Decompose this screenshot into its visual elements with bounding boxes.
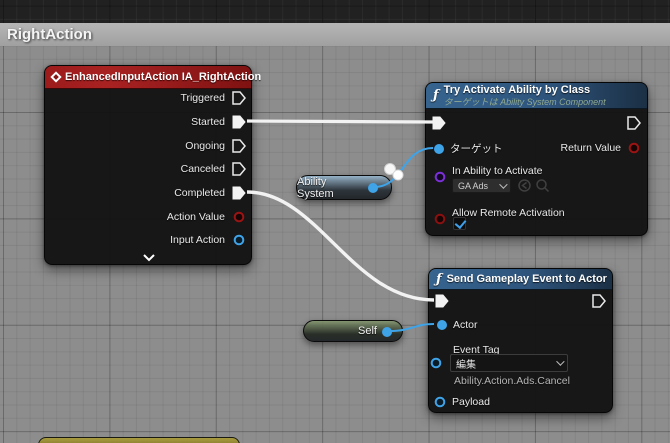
- variable-label: Self: [358, 325, 377, 337]
- chevron-down-icon[interactable]: [143, 254, 155, 262]
- comment-title-bar[interactable]: RightAction: [0, 23, 670, 46]
- pin-label-in-ability: In Ability to Activate: [452, 165, 543, 177]
- pin-label-payload: Payload: [452, 396, 490, 408]
- pin-label-completed: Completed: [174, 187, 225, 199]
- exec-pin-completed[interactable]: [232, 186, 246, 200]
- pin-label-input-action: Input Action: [170, 234, 225, 246]
- ability-class-dropdown[interactable]: GA Ads: [452, 178, 511, 193]
- exec-out-pin[interactable]: [627, 116, 641, 130]
- exec-pin-canceled[interactable]: [232, 162, 246, 176]
- browse-search-icon[interactable]: [535, 178, 550, 193]
- exec-in-pin[interactable]: [432, 116, 446, 130]
- pin-label-ongoing: Ongoing: [185, 140, 225, 152]
- blueprint-graph: RightAction EnhancedInputAction IA_Right…: [0, 0, 670, 443]
- data-pin-self-out[interactable]: [380, 325, 394, 339]
- node-title: Try Activate Ability by Class: [443, 84, 591, 96]
- variable-node-self[interactable]: Self: [303, 320, 403, 342]
- event-tag-path: Ability.Action.Ads.Cancel: [454, 375, 570, 387]
- exec-pin-triggered[interactable]: [232, 91, 246, 105]
- data-pin-ability-system-out[interactable]: [366, 181, 380, 195]
- function-f-icon: ƒ: [436, 271, 442, 287]
- event-tag-value: 編集: [456, 359, 476, 371]
- ability-class-value: GA Ads: [458, 180, 489, 191]
- variable-label: Ability System: [297, 175, 334, 200]
- use-asset-icon[interactable]: [517, 178, 532, 193]
- event-diamond-icon: [50, 71, 62, 83]
- chevron-down-icon: [499, 179, 508, 189]
- data-pin-return-value[interactable]: [627, 141, 641, 155]
- data-pin-in-ability-class[interactable]: [433, 170, 447, 184]
- graph-background-outside-comment[interactable]: [0, 0, 670, 23]
- pin-label-action-value: Action Value: [166, 211, 225, 223]
- node-header[interactable]: EnhancedInputAction IA_RightAction: [45, 66, 261, 89]
- event-tag-dropdown[interactable]: 編集: [450, 354, 568, 372]
- pin-label-started: Started: [191, 116, 225, 128]
- exec-pin-ongoing[interactable]: [232, 139, 246, 153]
- node-try-activate-ability[interactable]: ƒ Try Activate Ability by Class ターゲットは A…: [425, 82, 648, 236]
- pin-label-return-value: Return Value: [560, 142, 621, 154]
- pin-label-canceled: Canceled: [180, 163, 225, 175]
- partial-node-bottom[interactable]: [38, 437, 240, 443]
- node-title: EnhancedInputAction IA_RightAction: [65, 71, 262, 83]
- node-send-gameplay-event[interactable]: ƒ Send Gameplay Event to Actor Actor Eve…: [428, 268, 613, 413]
- data-pin-event-tag[interactable]: [429, 356, 443, 370]
- pin-label-actor: Actor: [453, 319, 478, 331]
- allow-remote-checkbox[interactable]: [453, 217, 466, 230]
- variable-node-ability-system[interactable]: Ability System: [296, 175, 392, 200]
- node-header[interactable]: ƒ Send Gameplay Event to Actor: [429, 269, 612, 290]
- data-pin-payload[interactable]: [433, 395, 447, 409]
- pin-label-allow-remote: Allow Remote Activation: [452, 207, 565, 219]
- exec-in-pin[interactable]: [435, 294, 449, 308]
- node-title: Send Gameplay Event to Actor: [446, 273, 607, 285]
- node-enhanced-input-action[interactable]: EnhancedInputAction IA_RightAction Trigg…: [44, 65, 261, 265]
- node-subtitle: ターゲットは Ability System Component: [443, 97, 606, 107]
- exec-pin-started[interactable]: [232, 115, 246, 129]
- exec-out-pin[interactable]: [592, 294, 606, 308]
- chevron-down-icon: [556, 357, 565, 366]
- node-header[interactable]: ƒ Try Activate Ability by Class ターゲットは A…: [426, 83, 647, 109]
- data-pin-actor[interactable]: [435, 318, 449, 332]
- pin-label-triggered: Triggered: [180, 92, 225, 104]
- data-pin-action-value[interactable]: [232, 210, 246, 224]
- function-f-icon: ƒ: [433, 88, 439, 103]
- data-pin-input-action[interactable]: [232, 233, 246, 247]
- data-pin-allow-remote[interactable]: [433, 212, 447, 226]
